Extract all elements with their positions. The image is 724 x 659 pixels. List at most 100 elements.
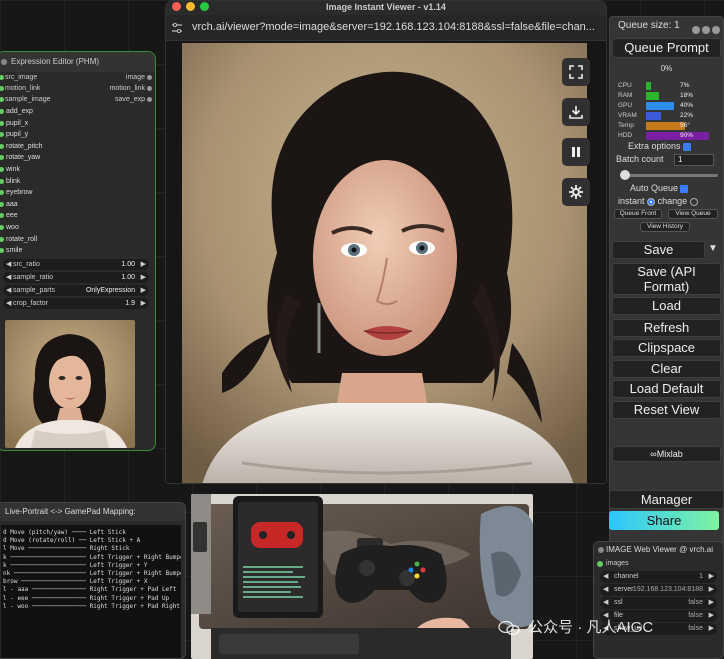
node-collapse-dot[interactable] [598, 547, 604, 553]
batch-count-slider[interactable] [620, 170, 718, 180]
maximize-window-button[interactable] [200, 2, 209, 11]
output-pin[interactable] [147, 86, 152, 91]
expression-editor-node[interactable]: Expression Editor (PHM) src_image image mo… [0, 51, 156, 451]
image-web-viewer-node[interactable]: IMAGE Web Viewer @ vrch.ai images ◀ chann… [593, 541, 724, 659]
input-slot[interactable]: rotate_pitch [0, 141, 155, 153]
increment-arrow-icon[interactable]: ▶ [141, 259, 146, 270]
input-slot[interactable]: pupil_x [0, 118, 155, 130]
input-slot[interactable]: eee [0, 210, 155, 222]
web-viewer-input-images[interactable]: images [594, 558, 723, 570]
input-pin[interactable] [0, 224, 4, 230]
widget-ssl[interactable]: ◀ ssl false ▶ [600, 597, 717, 609]
reset-view-button[interactable]: Reset View [612, 401, 721, 419]
input-slot[interactable]: pupil_y [0, 129, 155, 141]
widget-sample-ratio[interactable]: ◀ sample_ratio 1.00 ▶ [3, 271, 149, 283]
site-controls-icon[interactable] [171, 22, 183, 34]
input-pin[interactable] [0, 86, 4, 91]
refresh-button[interactable]: Refresh [612, 319, 721, 337]
auto-queue-checkbox[interactable] [680, 184, 689, 193]
input-pin[interactable] [0, 155, 4, 161]
output-pin[interactable] [147, 75, 152, 80]
input-pin[interactable] [0, 120, 4, 126]
increment-arrow-icon[interactable]: ▶ [709, 610, 714, 622]
io-row[interactable]: motion_link motion_link [0, 83, 155, 94]
extra-options-checkbox[interactable] [682, 142, 691, 151]
input-pin[interactable] [0, 248, 4, 254]
input-slot[interactable]: blink [0, 176, 155, 188]
minimize-window-button[interactable] [186, 2, 195, 11]
view-queue-button[interactable]: View Queue [668, 209, 718, 219]
share-button[interactable]: Share [609, 511, 719, 530]
input-pin[interactable] [0, 143, 4, 149]
panel-dot-icon[interactable] [702, 26, 710, 34]
pause-button[interactable] [562, 138, 590, 166]
auto-queue-mode-row[interactable]: instant change [618, 196, 698, 206]
decrement-arrow-icon[interactable]: ◀ [6, 298, 11, 309]
decrement-arrow-icon[interactable]: ◀ [6, 285, 11, 296]
input-pin[interactable] [0, 213, 4, 219]
widget-src-ratio[interactable]: ◀ src_ratio 1.00 ▶ [3, 258, 149, 270]
increment-arrow-icon[interactable]: ▶ [709, 597, 714, 609]
input-pin[interactable] [0, 166, 4, 172]
input-pin[interactable] [0, 97, 4, 102]
increment-arrow-icon[interactable]: ▶ [141, 298, 146, 309]
decrement-arrow-icon[interactable]: ◀ [6, 259, 11, 270]
input-pin[interactable] [0, 178, 4, 184]
input-slot[interactable]: rotate_roll [0, 234, 155, 246]
output-pin[interactable] [147, 97, 152, 102]
input-slot[interactable]: eyebrow [0, 187, 155, 199]
input-pin[interactable] [0, 236, 4, 242]
input-pin[interactable] [0, 201, 4, 207]
panel-dot-icon[interactable] [712, 26, 720, 34]
instant-radio[interactable] [647, 197, 656, 206]
widget-channel[interactable]: ◀ channel 1 ▶ [600, 571, 717, 583]
node-collapse-dot[interactable] [1, 59, 7, 65]
view-history-button[interactable]: View History [640, 222, 690, 232]
input-slot[interactable]: wink [0, 164, 155, 176]
decrement-arrow-icon[interactable]: ◀ [603, 571, 608, 583]
save-dropdown-icon[interactable]: ▼ [708, 243, 718, 254]
decrement-arrow-icon[interactable]: ◀ [603, 597, 608, 609]
queue-prompt-button[interactable]: Queue Prompt [612, 38, 721, 58]
input-slot[interactable]: aaa [0, 199, 155, 211]
load-button[interactable]: Load [612, 297, 721, 315]
save-api-format-button[interactable]: Save (API Format) [612, 263, 721, 295]
comfyui-canvas[interactable]: Expression Editor (PHM) src_image image mo… [0, 0, 724, 659]
fullscreen-button[interactable] [562, 58, 590, 86]
input-pin[interactable] [0, 190, 4, 196]
input-slot[interactable]: add_exp [0, 106, 155, 118]
increment-arrow-icon[interactable]: ▶ [709, 623, 714, 635]
input-pin[interactable] [0, 109, 4, 114]
load-default-button[interactable]: Load Default [612, 380, 721, 398]
increment-arrow-icon[interactable]: ▶ [141, 285, 146, 296]
download-button[interactable] [562, 98, 590, 126]
increment-arrow-icon[interactable]: ▶ [709, 584, 714, 596]
decrement-arrow-icon[interactable]: ◀ [6, 272, 11, 283]
image-viewer-browser-window[interactable]: Image Instant Viewer - v1.14 vrch.ai/vie… [165, 0, 607, 484]
increment-arrow-icon[interactable]: ▶ [141, 272, 146, 283]
widget-server[interactable]: ◀ server 192.168.123.104:8188 ▶ [600, 584, 717, 596]
input-slot[interactable]: woo [0, 222, 155, 234]
clear-button[interactable]: Clear [612, 360, 721, 378]
panel-dot-icon[interactable] [692, 26, 700, 34]
input-pin[interactable] [0, 132, 4, 138]
widget-sample-parts[interactable]: ◀ sample_parts OnlyExpression ▶ [3, 284, 149, 296]
clipspace-button[interactable]: Clipspace [612, 339, 721, 357]
increment-arrow-icon[interactable]: ▶ [709, 571, 714, 583]
settings-button[interactable] [562, 178, 590, 206]
auto-queue-row[interactable]: Auto Queue [630, 183, 689, 193]
extra-options-row[interactable]: Extra options [628, 141, 691, 151]
input-slot[interactable]: rotate_yaw [0, 152, 155, 164]
input-pin[interactable] [597, 561, 603, 567]
queue-front-button[interactable]: Queue Front [614, 209, 662, 219]
batch-count-input[interactable]: 1 [674, 154, 714, 166]
manager-button[interactable]: Manager [609, 490, 724, 509]
io-row[interactable]: sample_image save_exp [0, 94, 155, 105]
decrement-arrow-icon[interactable]: ◀ [603, 584, 608, 596]
comfyui-menu-panel[interactable]: Queue size: 1 Queue Prompt 0% CPU 7% RAM 18… [609, 16, 724, 546]
widget-crop-factor[interactable]: ◀ crop_factor 1.9 ▶ [3, 297, 149, 309]
io-row[interactable]: src_image image [0, 72, 155, 83]
input-pin[interactable] [0, 75, 4, 80]
slider-knob[interactable] [620, 170, 630, 180]
input-slot[interactable]: smile [0, 245, 155, 257]
